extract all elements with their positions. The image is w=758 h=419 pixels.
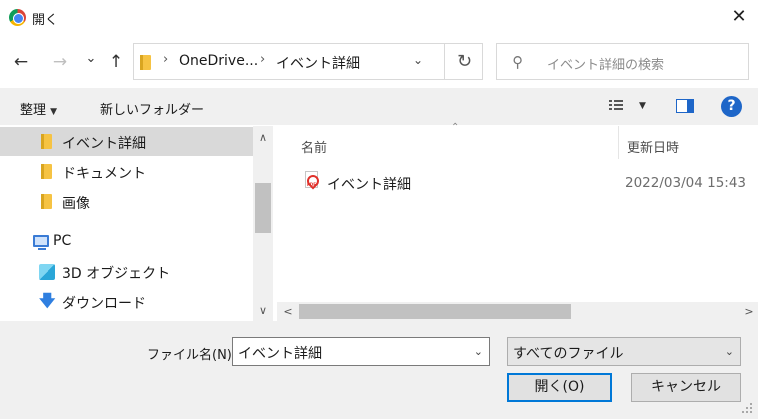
sidebar-item-label: 画像 xyxy=(62,196,90,212)
sidebar-item-label: ドキュメント xyxy=(62,166,146,182)
navigation-pane: イベント詳細 ドキュメント 画像 PC 3D オブジェクト 🡇 ダウンロード xyxy=(0,126,273,321)
file-list-scrollbar[interactable]: < > xyxy=(277,302,758,321)
scroll-up-button[interactable]: ∧ xyxy=(253,129,273,146)
file-name[interactable]: イベント詳細 xyxy=(327,174,411,194)
recent-locations-button[interactable]: ⌄ xyxy=(80,48,102,70)
filename-input[interactable]: イベント詳細 ⌄ xyxy=(232,337,490,366)
open-button[interactable]: 開く(O) xyxy=(507,373,612,402)
address-dropdown-button[interactable]: ⌄ xyxy=(413,53,423,67)
search-input[interactable]: ⚲ イベント詳細の検索 xyxy=(496,43,749,80)
view-dropdown-button[interactable]: ▼ xyxy=(639,101,646,111)
view-options-icon[interactable] xyxy=(609,99,623,112)
preview-pane-icon[interactable] xyxy=(676,99,694,113)
new-folder-button[interactable]: 新しいフォルダー xyxy=(100,99,204,118)
chevron-down-icon: ⌄ xyxy=(724,345,734,358)
folder-icon xyxy=(41,164,52,179)
folder-icon xyxy=(41,194,52,209)
sidebar-item-label: PC xyxy=(53,233,72,249)
scroll-down-button[interactable]: ∨ xyxy=(253,302,273,319)
back-button[interactable]: ← xyxy=(10,51,32,73)
sidebar-item-label: ダウンロード xyxy=(62,296,146,312)
sort-indicator-icon: ⌃ xyxy=(451,122,460,133)
scroll-thumb[interactable] xyxy=(299,304,571,319)
file-modified-date: 2022/03/04 15:43 xyxy=(625,175,747,191)
title-bar: 開く ✕ xyxy=(0,0,758,36)
search-placeholder: イベント詳細の検索 xyxy=(547,58,665,73)
folder-icon xyxy=(41,134,52,149)
resize-grip-icon[interactable] xyxy=(738,399,754,415)
chevron-down-icon: ▼ xyxy=(50,107,58,117)
filename-value[interactable]: イベント詳細 xyxy=(238,343,322,363)
navigation-scrollbar[interactable]: ∧ ∨ xyxy=(253,126,273,321)
filename-label: ファイル名(N): xyxy=(147,348,237,363)
breadcrumb-separator[interactable]: › xyxy=(260,52,265,67)
dialog-footer: ファイル名(N): イベント詳細 ⌄ すべてのファイル ⌄ 開く(O) キャンセ… xyxy=(0,321,758,419)
search-icon: ⚲ xyxy=(512,53,523,71)
sidebar-item-label: 3D オブジェクト xyxy=(62,266,171,282)
chrome-app-icon xyxy=(9,9,26,26)
address-bar[interactable]: › OneDrive... › イベント詳細 ⌄ ↻ xyxy=(133,43,483,80)
help-icon[interactable]: ? xyxy=(721,96,742,117)
file-type-select[interactable]: すべてのファイル ⌄ xyxy=(507,337,741,366)
folder-icon xyxy=(140,55,151,70)
sidebar-item-downloads[interactable]: 🡇 ダウンロード xyxy=(0,287,253,316)
window-title: 開く xyxy=(32,13,59,28)
file-type-value: すべてのファイル xyxy=(513,346,624,362)
refresh-button[interactable]: ↻ xyxy=(444,44,484,79)
file-list: ⌃ 名前 更新日時 イベント詳細 2022/03/04 15:43 xyxy=(277,122,758,302)
sidebar-item-label: イベント詳細 xyxy=(62,136,146,152)
sidebar-item-documents[interactable]: ドキュメント xyxy=(0,157,253,186)
forward-button[interactable]: → xyxy=(49,51,71,73)
chevron-down-icon[interactable]: ⌄ xyxy=(474,345,483,358)
sidebar-item-pc[interactable]: PC xyxy=(0,227,253,256)
column-header-modified[interactable]: 更新日時 xyxy=(627,137,679,156)
column-divider[interactable] xyxy=(618,126,619,159)
breadcrumb-separator[interactable]: › xyxy=(163,52,168,67)
computer-icon xyxy=(33,235,49,250)
scroll-right-button[interactable]: > xyxy=(740,302,758,321)
breadcrumb-onedrive[interactable]: OneDrive... xyxy=(179,53,258,69)
breadcrumb-event-details[interactable]: イベント詳細 xyxy=(276,53,360,73)
organize-button[interactable]: 整理 ▼ xyxy=(20,99,57,118)
scroll-thumb[interactable] xyxy=(255,183,271,233)
pdf-icon xyxy=(305,171,318,188)
sidebar-item-event-details[interactable]: イベント詳細 xyxy=(0,127,253,156)
command-toolbar: 整理 ▼ 新しいフォルダー ▼ xyxy=(0,88,758,125)
column-header-name[interactable]: 名前 xyxy=(301,137,327,156)
scroll-left-button[interactable]: < xyxy=(279,302,297,321)
up-button[interactable]: ↑ xyxy=(105,51,127,73)
sidebar-item-3d-objects[interactable]: 3D オブジェクト xyxy=(0,257,253,286)
sidebar-item-pictures[interactable]: 画像 xyxy=(0,187,253,216)
close-button[interactable]: ✕ xyxy=(728,5,750,29)
cancel-button[interactable]: キャンセル xyxy=(631,373,741,402)
download-icon: 🡇 xyxy=(39,291,56,310)
cube-icon xyxy=(39,264,55,280)
organize-label: 整理 xyxy=(20,103,47,118)
